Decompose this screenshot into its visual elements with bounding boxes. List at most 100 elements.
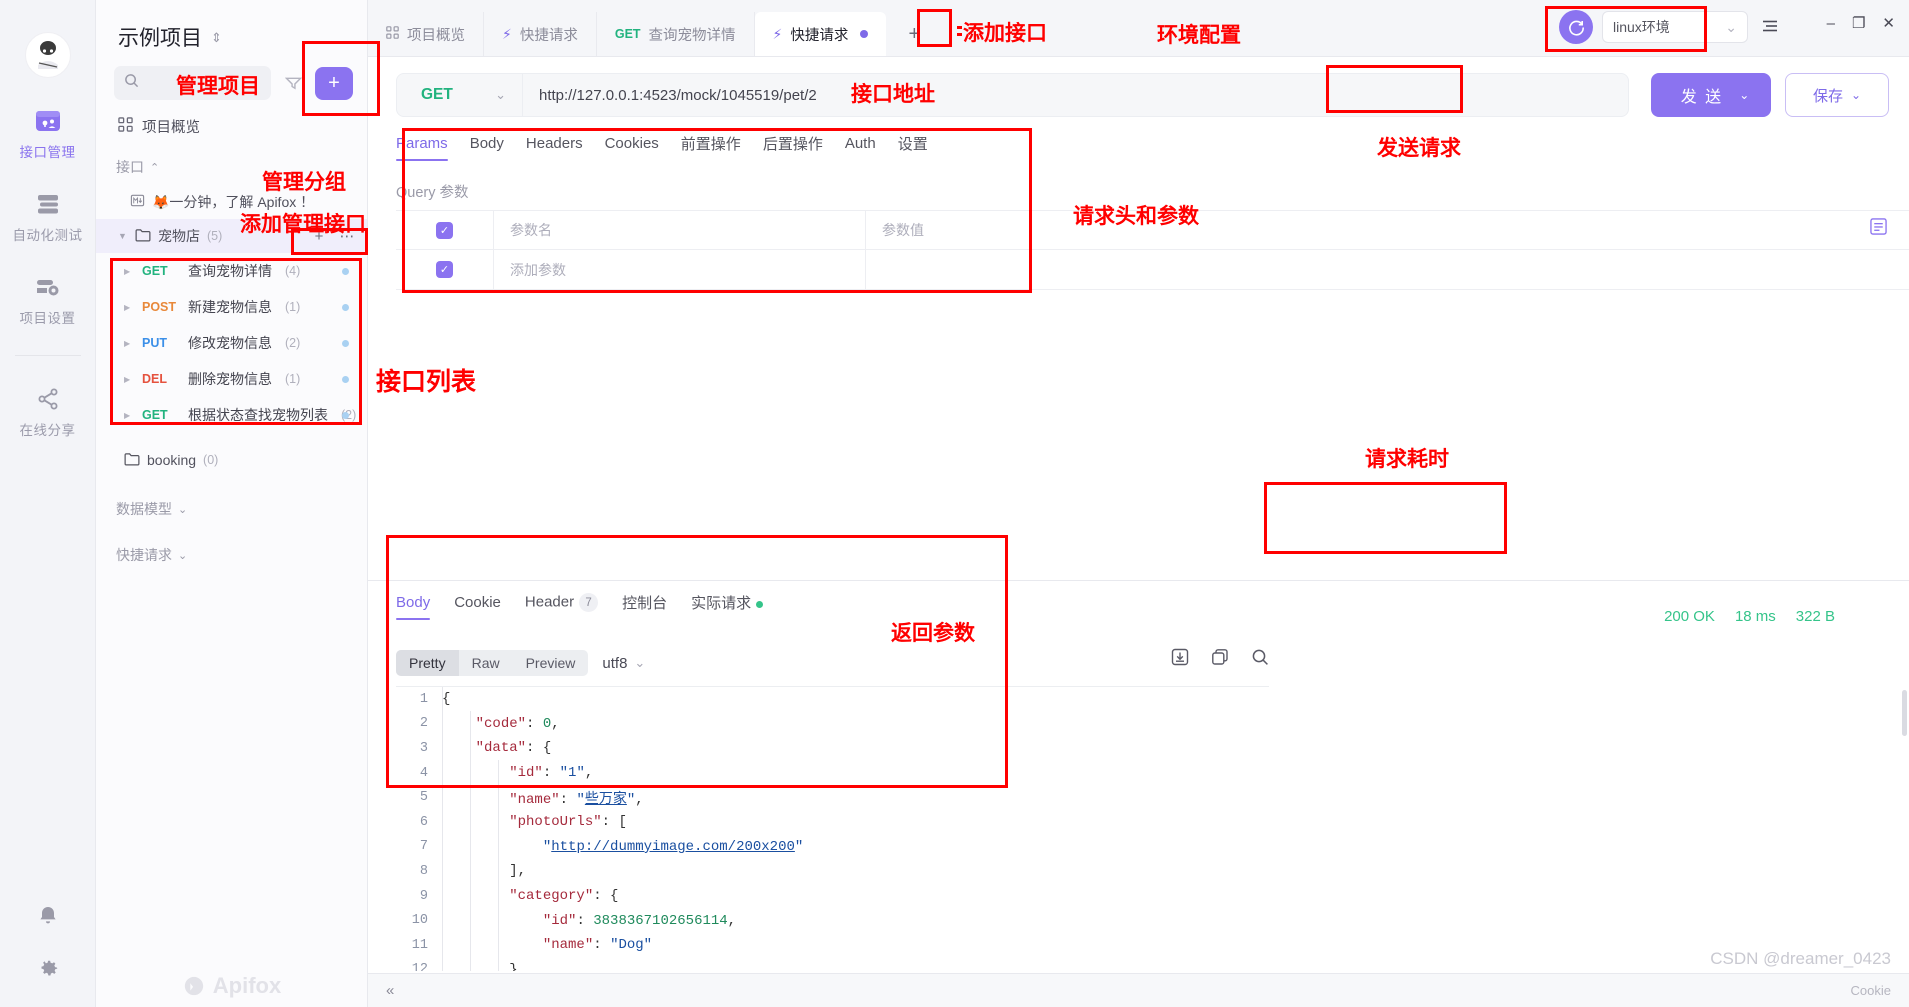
annotation-api-address: 接口地址 xyxy=(851,83,935,106)
chevron-down-icon: ⌄ xyxy=(178,549,188,562)
chevron-down-icon: ⌄ xyxy=(1725,18,1737,35)
download-icon[interactable] xyxy=(1171,648,1189,671)
send-button[interactable]: 发 送 ⌄ xyxy=(1651,73,1771,117)
line-number: 4 xyxy=(419,765,428,781)
request-tab-headers[interactable]: Headers xyxy=(526,135,583,161)
param-name-cell[interactable]: 参数名 xyxy=(494,211,866,249)
param-name-cell[interactable]: 添加参数 xyxy=(494,250,866,289)
sidebar-section-model[interactable]: 数据模型 ⌄ xyxy=(96,477,367,527)
encoding-select[interactable]: utf8 ⌄ xyxy=(602,655,645,672)
response-tab-actual-request[interactable]: 实际请求 xyxy=(691,592,764,622)
header-count-badge: 7 xyxy=(579,593,599,612)
chevron-right-icon: ▶ xyxy=(124,410,131,420)
tree-folder-booking[interactable]: booking (0) xyxy=(96,443,367,477)
list-item-api[interactable]: ▶ PUT 修改宠物信息 (2) xyxy=(96,325,367,361)
annotation-api-list: 接口列表 xyxy=(376,368,477,396)
line-number: 8 xyxy=(419,863,428,879)
tab-quick-request-2[interactable]: ⚡ 快捷请求 xyxy=(754,12,887,56)
filter-button[interactable] xyxy=(278,67,308,99)
request-tab-pre-operation[interactable]: 前置操作 xyxy=(681,133,741,163)
code-text: "code": 0, xyxy=(475,715,560,732)
list-menu-icon[interactable] xyxy=(1761,17,1779,38)
view-mode-pretty[interactable]: Pretty xyxy=(396,650,459,676)
line-number: 7 xyxy=(419,839,428,855)
cookie-status-label[interactable]: Cookie xyxy=(1851,983,1891,998)
apifox-watermark: Apifox xyxy=(96,973,368,999)
project-title[interactable]: 示例项目 ⇕ xyxy=(96,0,367,66)
sidebar-overview-label: 项目概览 xyxy=(142,120,200,136)
test-icon xyxy=(35,191,61,217)
sidebar-item-overview[interactable]: 项目概览 xyxy=(96,100,367,145)
view-mode-raw[interactable]: Raw xyxy=(459,650,513,676)
tab-label: 快捷请求 xyxy=(790,27,849,44)
param-value-cell[interactable] xyxy=(866,250,1909,289)
sidebar-item-auto-test[interactable]: 自动化测试 xyxy=(10,191,86,244)
request-tab-auth[interactable]: Auth xyxy=(845,135,876,161)
line-number: 5 xyxy=(419,790,428,806)
row-checkbox-cell: ✓ xyxy=(396,211,494,249)
request-tabs: Params Body Headers Cookies 前置操作 后置操作 Au… xyxy=(368,127,1909,163)
chevron-left-icon[interactable]: « xyxy=(386,982,394,999)
apifox-watermark-label: Apifox xyxy=(212,973,282,998)
vertical-scrollbar[interactable] xyxy=(1902,690,1907,736)
environment-select[interactable]: linux环境 ⌄ xyxy=(1602,11,1748,43)
list-item-api[interactable]: ▶ GET 查询宠物详情 (4) xyxy=(96,253,367,289)
send-label: 发 送 xyxy=(1680,89,1724,106)
user-avatar[interactable] xyxy=(24,32,71,78)
bell-icon[interactable] xyxy=(37,905,59,932)
code-line: 1 { xyxy=(396,687,1269,712)
maximize-button[interactable]: ❐ xyxy=(1852,14,1865,32)
method-value: GET xyxy=(421,86,453,103)
gear-icon[interactable] xyxy=(37,958,59,985)
tab-project-overview[interactable]: 项目概览 xyxy=(368,12,484,56)
status-dot xyxy=(342,339,349,347)
view-mode-preview[interactable]: Preview xyxy=(513,650,589,676)
chevron-down-icon: ⌄ xyxy=(495,87,506,102)
list-item-api[interactable]: ▶ GET 根据状态查找宠物列表 (2) xyxy=(96,397,367,433)
code-line: 5 "name": "些万家", xyxy=(396,785,1269,810)
request-tab-body[interactable]: Body xyxy=(470,135,504,161)
sidebar-item-api-manage[interactable]: 接口管理 xyxy=(10,108,86,161)
minimize-button[interactable]: – xyxy=(1827,15,1835,32)
response-tab-cookie[interactable]: Cookie xyxy=(454,594,501,620)
response-code-viewer[interactable]: 1 { 2 "code": 0, 3 "data": { 4 "id": "1"… xyxy=(396,686,1269,971)
refresh-icon[interactable] xyxy=(1559,10,1593,44)
gutter-divider xyxy=(442,687,443,971)
folder-count: (0) xyxy=(203,453,219,467)
sidebar-item-project-settings[interactable]: 项目设置 xyxy=(10,274,86,327)
param-value-cell[interactable]: 参数值 xyxy=(866,211,1909,249)
request-tab-settings[interactable]: 设置 xyxy=(898,133,928,163)
tab-query-pet-detail[interactable]: GET 查询宠物详情 xyxy=(597,12,755,56)
close-button[interactable]: ✕ xyxy=(1882,14,1895,32)
request-tab-params[interactable]: Params xyxy=(396,135,448,161)
table-row[interactable]: ✓ 添加参数 xyxy=(396,250,1909,289)
response-tab-body[interactable]: Body xyxy=(396,594,431,620)
tab-quick-request-1[interactable]: ⚡ 快捷请求 xyxy=(484,12,597,56)
save-button[interactable]: 保存 ⌄ xyxy=(1785,73,1889,117)
main-panel: 项目概览 ⚡ 快捷请求 GET 查询宠物详情 ⚡ 快捷请求 + linux环境 … xyxy=(368,0,1909,1007)
url-input[interactable] xyxy=(523,74,1628,116)
page-title: 示例项目 xyxy=(118,27,202,50)
list-item-api[interactable]: ▶ DEL 删除宠物信息 (1) xyxy=(96,361,367,397)
request-tab-post-operation[interactable]: 后置操作 xyxy=(763,133,823,163)
response-tab-header[interactable]: Header 7 xyxy=(525,593,599,621)
api-name: 根据状态查找宠物列表 xyxy=(188,407,328,423)
search-icon[interactable] xyxy=(1251,648,1269,671)
row-checkbox[interactable]: ✓ xyxy=(436,261,453,278)
request-tab-cookies[interactable]: Cookies xyxy=(605,135,659,161)
method-select[interactable]: GET ⌄ xyxy=(397,74,523,116)
sidebar-item-label: 在线分享 xyxy=(19,423,76,438)
response-divider xyxy=(368,580,1909,581)
left-rail: 接口管理 自动化测试 项目设置 在线分享 xyxy=(0,0,96,1007)
sidebar-item-label: 接口管理 xyxy=(19,145,76,160)
row-checkbox[interactable]: ✓ xyxy=(436,221,453,239)
add-api-button[interactable]: + xyxy=(315,66,353,100)
add-tab-button[interactable]: + xyxy=(896,17,932,51)
sidebar-item-online-share[interactable]: 在线分享 xyxy=(10,386,86,439)
sidebar-section-quick[interactable]: 快捷请求 ⌄ xyxy=(96,527,367,573)
copy-icon[interactable] xyxy=(1211,648,1229,671)
list-item-api[interactable]: ▶ POST 新建宠物信息 (1) xyxy=(96,289,367,325)
response-tab-console[interactable]: 控制台 xyxy=(622,592,667,622)
row-checkbox-cell: ✓ xyxy=(396,250,494,289)
bulk-edit-icon[interactable] xyxy=(1870,218,1887,240)
